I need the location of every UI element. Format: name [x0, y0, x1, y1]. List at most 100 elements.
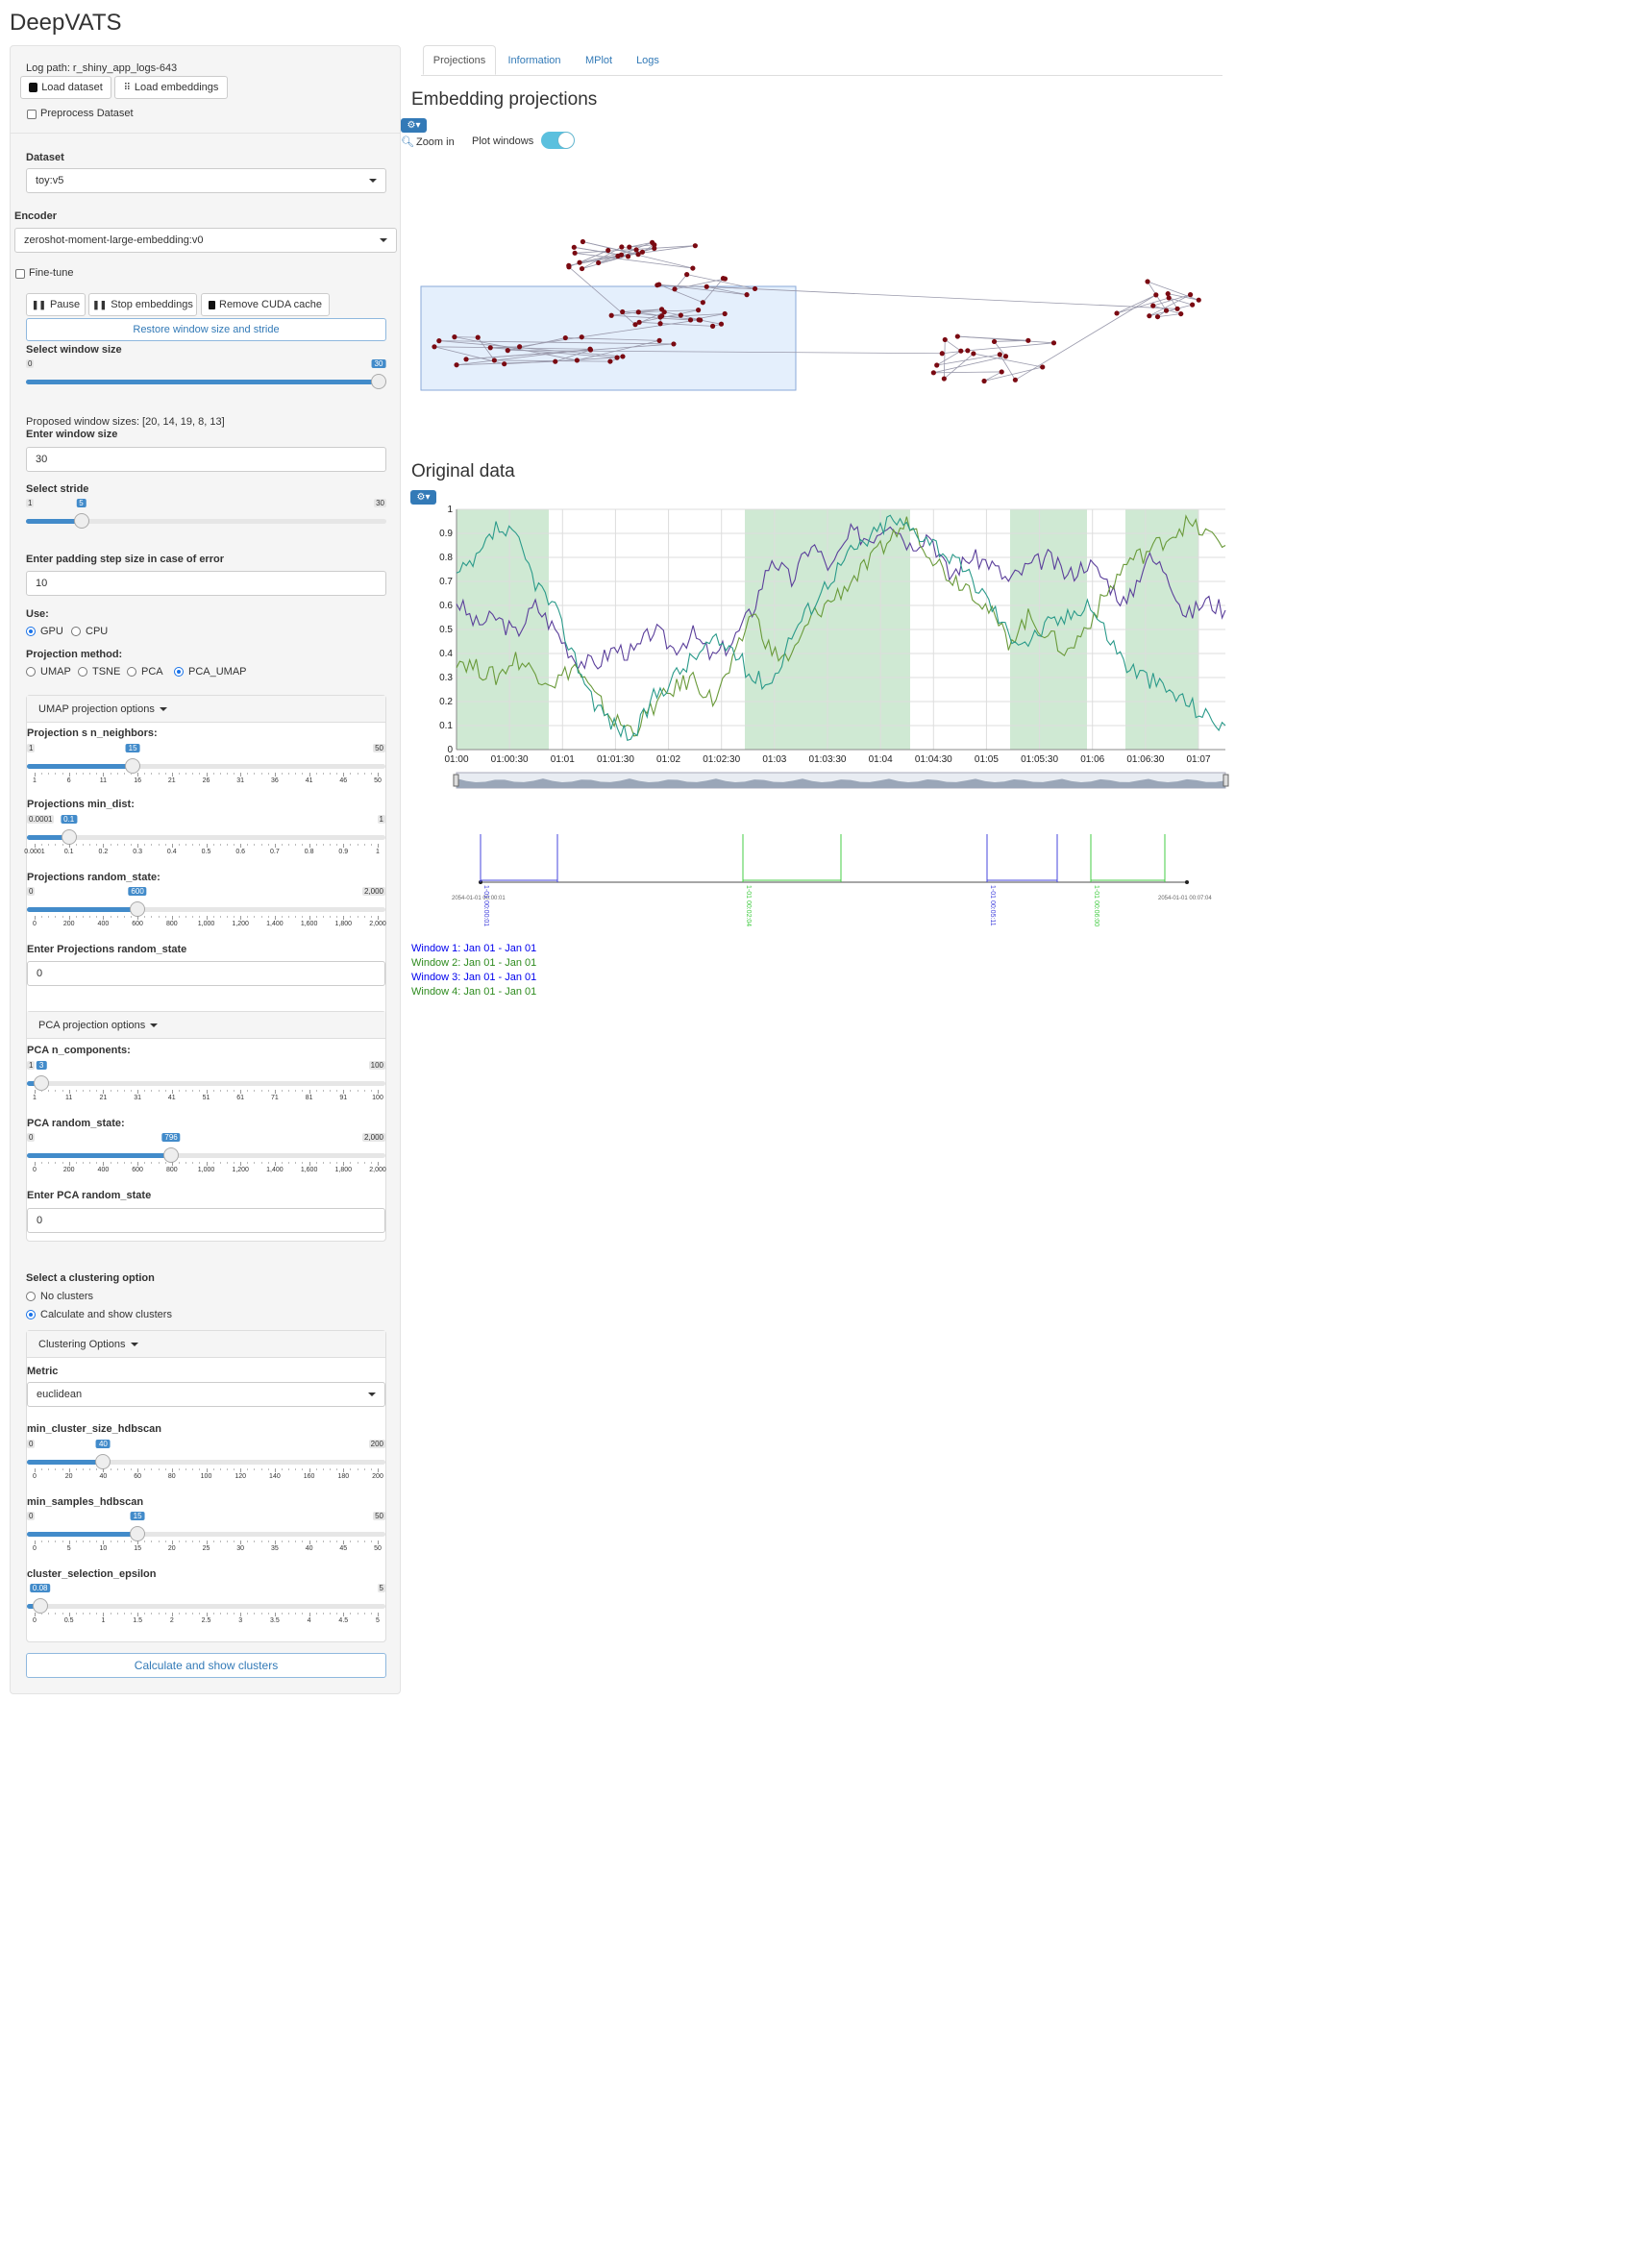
min-cluster-size-slider[interactable]: 0 200 40 0 20 40 60 80 100 120 140 160 180 200	[27, 1440, 385, 1482]
window-size-slider[interactable]: 03030	[26, 359, 386, 402]
slider-handle[interactable]	[32, 1598, 48, 1614]
clustering-options-toggle[interactable]: Clustering Options	[27, 1331, 385, 1358]
pca-random-state-slider[interactable]: 0 2,000 796 0 200 400 600 800 1,000 1,200 1,400 1,6…	[27, 1133, 386, 1175]
stop-embeddings-button[interactable]: ❚❚ Stop embeddings	[88, 293, 197, 316]
slider-minor-tick	[350, 773, 352, 775]
calculate-clusters-button[interactable]: Calculate and show clusters	[26, 1653, 386, 1678]
slider-minor-tick	[151, 1162, 153, 1164]
slider-minor-tick	[178, 1468, 180, 1470]
x-tick-label: 01:00:30	[491, 754, 529, 765]
projection-point	[432, 344, 437, 350]
slider-handle[interactable]	[61, 829, 77, 845]
projection-point	[718, 321, 725, 327]
slider-minor-tick	[151, 1468, 153, 1470]
window-size-input[interactable]: 30	[26, 447, 386, 472]
slider-tick	[35, 916, 36, 920]
embedding-projection-plot[interactable]	[413, 211, 1201, 404]
tab-logs[interactable]: Logs	[629, 45, 667, 75]
radio-off-icon	[127, 667, 136, 677]
slider-min-label: 1	[27, 744, 36, 752]
slider-handle[interactable]	[371, 374, 386, 389]
pca-n-components-slider[interactable]: 1 100 3 1 11 21 31 41 51 61 71 81 91 100	[27, 1061, 385, 1103]
n-neighbors-slider[interactable]: 1 50 15 1 6 11 16 21 26 31 36 41 46 50	[27, 744, 385, 786]
slider-minor-tick	[82, 916, 84, 918]
min-dist-slider[interactable]: 0.0001 1 0.1 0.0001 0.1 0.2 0.3 0.4 0.5 0.6 0.7 0.8…	[24, 815, 385, 857]
projections-random-state-input[interactable]: 0	[27, 961, 385, 986]
slider-minor-tick	[89, 1541, 91, 1542]
min-samples-slider[interactable]: 0 50 15 0 5 10 15 20 25 30 35 40 45 50	[27, 1512, 385, 1554]
slider-handle[interactable]	[163, 1147, 180, 1163]
original-data-chart[interactable]: 00.10.20.30.40.50.60.70.80.9101:00 01:00:…	[413, 500, 1242, 798]
no-clusters-radio[interactable]: No clusters	[26, 1291, 93, 1302]
projection-point	[696, 317, 702, 323]
projection-settings-button[interactable]: ⚙▾	[401, 118, 427, 133]
cluster-selection-epsilon-slider[interactable]: 5 0.08 0 0.5 1 1.5 2 2.5 3 3.5 4 4.5 5	[27, 1584, 385, 1626]
slider-minor-tick	[41, 1613, 43, 1615]
plot-windows-toggle[interactable]	[541, 132, 575, 149]
finetune-checkbox[interactable]	[15, 269, 25, 279]
tab-projections[interactable]: Projections	[423, 45, 496, 75]
slider-minor-tick	[363, 1162, 365, 1164]
slider-minor-tick	[96, 1162, 98, 1164]
slider-minor-tick	[260, 1090, 262, 1092]
calculate-clusters-radio[interactable]: Calculate and show clusters	[26, 1309, 172, 1320]
slider-handle[interactable]	[95, 1454, 111, 1469]
dataset-select[interactable]: toy:v5	[26, 168, 386, 193]
pca-options-toggle[interactable]: PCA projection options	[27, 1012, 385, 1039]
slider-handle[interactable]	[34, 1075, 50, 1091]
slider-handle[interactable]	[73, 513, 89, 529]
tab-mplot[interactable]: MPlot	[575, 45, 623, 75]
slider-handle[interactable]	[125, 758, 141, 774]
tsne-label: TSNE	[92, 666, 121, 678]
cpu-radio[interactable]: CPU	[71, 626, 108, 637]
restore-window-button[interactable]: Restore window size and stride	[26, 318, 386, 341]
projection-point	[577, 259, 582, 265]
slider-minor-tick	[164, 844, 166, 846]
preprocess-checkbox[interactable]	[27, 110, 37, 119]
slider-minor-tick	[315, 1090, 317, 1092]
window-timeline[interactable]: 2054-01-01 00:00:01 2054-01-01 00:07:04 1-…	[413, 831, 1240, 947]
load-dataset-button[interactable]: Load dataset	[20, 76, 111, 99]
slider-tick-label: 0.7	[270, 849, 280, 855]
slider-tick-label: 61	[236, 1095, 245, 1101]
slider-tick-label: 91	[339, 1095, 348, 1101]
encoder-select[interactable]: zeroshot-moment-large-embedding:v0	[14, 228, 397, 253]
slider-minor-tick	[199, 1090, 201, 1092]
slider-tick	[309, 1162, 310, 1166]
slider-tick-label: 1.5	[133, 1617, 142, 1624]
stride-slider[interactable]: 1 30 5	[26, 499, 386, 541]
tab-information[interactable]: Information	[500, 45, 569, 75]
projection-point	[1114, 310, 1120, 316]
slider-tick-label: 50	[374, 1545, 382, 1552]
slider-minor-tick	[116, 1090, 118, 1092]
pca-umap-radio[interactable]: PCA_UMAP	[174, 666, 247, 678]
projection-point	[633, 247, 639, 253]
metric-select[interactable]: euclidean	[27, 1382, 385, 1407]
slider-minor-tick	[282, 1468, 284, 1470]
slider-handle[interactable]	[130, 1526, 146, 1541]
pca-random-state-input[interactable]: 0	[27, 1208, 385, 1233]
tsne-radio[interactable]: TSNE	[78, 666, 120, 678]
slider-handle[interactable]	[130, 901, 146, 917]
slider-tick-label: 1,200	[232, 1167, 249, 1173]
remove-cuda-button[interactable]: Remove CUDA cache	[201, 293, 330, 316]
pause-button[interactable]: ❚❚ Pause	[26, 293, 86, 316]
y-tick-label: 0.5	[439, 625, 453, 635]
pca-radio[interactable]: PCA	[127, 666, 163, 678]
enter-window-size-label: Enter window size	[26, 429, 118, 440]
projections-random-state-slider[interactable]: 0 2,000 600 0 200 400 600 800 1,000 1,200 1,400 1,6…	[27, 887, 386, 929]
projection-point	[709, 323, 716, 329]
slider-minor-tick	[370, 1162, 372, 1164]
slider-minor-tick	[185, 1541, 187, 1542]
stride-label: Select stride	[26, 483, 89, 495]
calculate-clusters-label: Calculate and show clusters	[40, 1309, 172, 1320]
umap-radio[interactable]: UMAP	[26, 666, 71, 678]
gpu-radio[interactable]: GPU	[26, 626, 63, 637]
umap-options-toggle[interactable]: UMAP projection options	[27, 696, 385, 723]
padding-input[interactable]: 10	[26, 571, 386, 596]
zoom-in-control[interactable]: 🔍︎ Zoom in	[401, 136, 455, 149]
projection-point	[1166, 295, 1172, 301]
dataset-value: toy:v5	[36, 175, 64, 186]
load-embeddings-button[interactable]: ⠿ Load embeddings	[114, 76, 228, 99]
caret-down-icon	[130, 1342, 138, 1346]
